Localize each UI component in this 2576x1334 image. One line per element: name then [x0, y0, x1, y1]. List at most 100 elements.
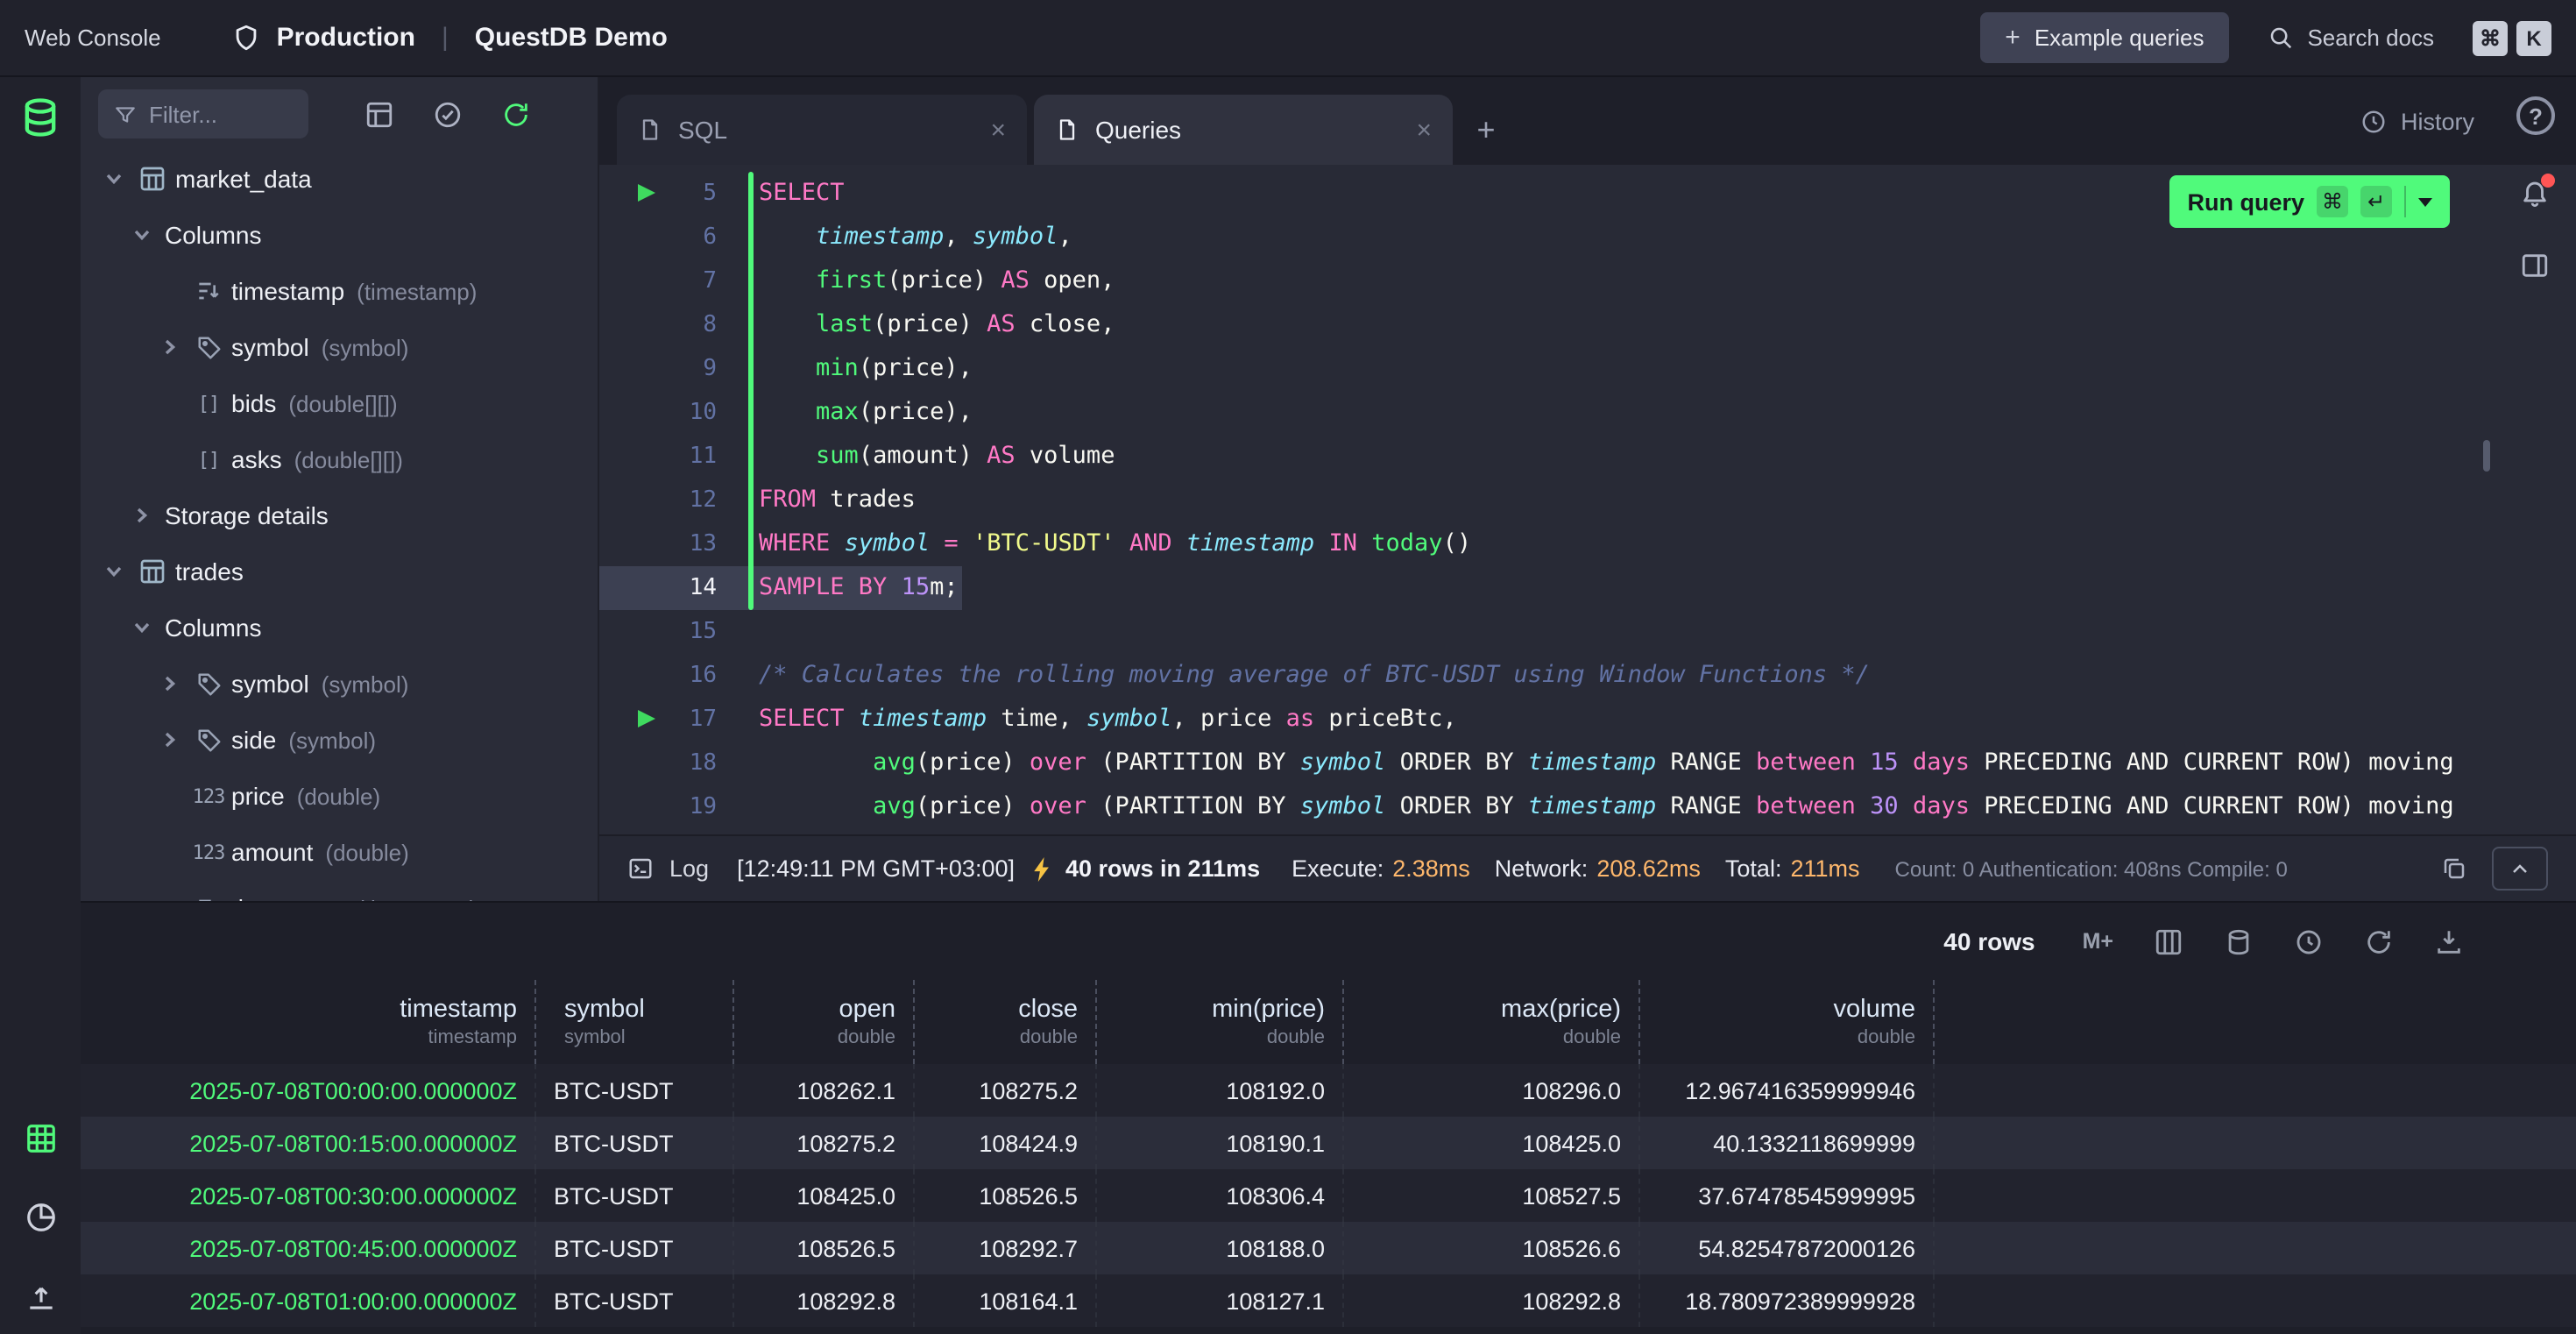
chevron-down-icon[interactable] — [126, 619, 158, 636]
code-line-12[interactable]: 12FROM trades — [599, 479, 2576, 522]
chart-view-icon[interactable] — [23, 1199, 58, 1234]
new-tab-button[interactable]: + — [1460, 95, 1512, 165]
instance-badge[interactable]: Production | QuestDB Demo — [231, 23, 668, 53]
example-queries-button[interactable]: + Example queries — [1980, 12, 2228, 63]
column-header-timestamp[interactable]: timestamptimestamp — [81, 980, 536, 1064]
tree-item-trades[interactable]: trades — [81, 543, 598, 600]
grid-view-icon[interactable] — [23, 1120, 58, 1155]
chevron-right-icon[interactable] — [126, 507, 158, 524]
table-row[interactable]: 2025-07-08T00:30:00.000000ZBTC-USDT10842… — [81, 1169, 2576, 1222]
collapse-log-button[interactable] — [2492, 847, 2548, 891]
array-icon: [] — [193, 392, 224, 415]
tree-item-timestamp[interactable]: timestamp(timestamp) — [81, 263, 598, 319]
column-header-close[interactable]: closedouble — [915, 980, 1097, 1064]
export-data-icon[interactable] — [2224, 926, 2254, 956]
schema-actions — [364, 99, 531, 129]
notifications-bell-icon[interactable] — [2520, 177, 2550, 207]
filter-icon — [114, 103, 137, 125]
side-panel-icon[interactable] — [2520, 251, 2550, 280]
tree-item-market_data[interactable]: market_data — [81, 151, 598, 207]
cmd-key: ⌘ — [2473, 20, 2508, 55]
code-line-8[interactable]: 8 last(price) AS close, — [599, 303, 2576, 347]
chevron-down-icon[interactable] — [98, 563, 130, 580]
chevron-right-icon[interactable] — [154, 675, 186, 692]
check-circle-icon[interactable] — [433, 99, 463, 129]
run-line-marker-icon[interactable] — [638, 710, 655, 727]
tree-item-label: asks — [231, 445, 282, 473]
code-line-16[interactable]: 16/* Calculates the rolling moving avera… — [599, 654, 2576, 698]
column-header-max(price)[interactable]: max(price)double — [1344, 980, 1640, 1064]
tab-sql[interactable]: SQL × — [617, 95, 1027, 165]
table-row[interactable]: 2025-07-08T00:15:00.000000ZBTC-USDT10827… — [81, 1117, 2576, 1169]
code-line-14[interactable]: 14SAMPLE BY 15m; — [599, 566, 2576, 610]
chevron-down-icon[interactable] — [126, 226, 158, 244]
line-number: 12 — [690, 479, 717, 522]
tree-item-side[interactable]: side(symbol) — [81, 712, 598, 768]
markdown-copy-icon[interactable]: M+ — [2083, 929, 2113, 954]
code-line-10[interactable]: 10 max(price), — [599, 391, 2576, 435]
tree-item-bids[interactable]: []bids(double[][]) — [81, 375, 598, 431]
help-button[interactable]: ? — [2516, 96, 2555, 135]
history-button[interactable]: History — [2360, 77, 2474, 165]
code-line-19[interactable]: 19 avg(price) over (PARTITION BY symbol … — [599, 785, 2576, 829]
query-history-icon[interactable] — [2294, 926, 2324, 956]
questdb-logo-icon[interactable] — [18, 95, 63, 140]
grid-columns-icon[interactable] — [2154, 926, 2183, 956]
close-icon[interactable]: × — [1416, 115, 1432, 145]
table-row[interactable]: 2025-07-08T00:00:00.000000ZBTC-USDT10826… — [81, 1064, 2576, 1117]
chevron-down-icon[interactable] — [98, 170, 130, 188]
code-line-9[interactable]: 9 min(price), — [599, 347, 2576, 391]
chevron-right-icon[interactable] — [154, 338, 186, 356]
array-icon: [] — [193, 448, 224, 471]
code-line-7[interactable]: 7 first(price) AS open, — [599, 259, 2576, 303]
tree-item-symbol[interactable]: symbol(symbol) — [81, 656, 598, 712]
table-row[interactable]: 2025-07-08T01:00:00.000000ZBTC-USDT10829… — [81, 1274, 2576, 1327]
code-line-18[interactable]: 18 avg(price) over (PARTITION BY symbol … — [599, 742, 2576, 785]
editor-scrollbar[interactable] — [2483, 440, 2490, 472]
tree-item-amount[interactable]: 123amount(double) — [81, 824, 598, 880]
line-number: 9 — [703, 347, 717, 391]
import-icon[interactable] — [23, 1280, 58, 1315]
code-line-15[interactable]: 15 — [599, 610, 2576, 654]
code-line-13[interactable]: 13WHERE symbol = 'BTC-USDT' AND timestam… — [599, 522, 2576, 566]
column-header-volume[interactable]: volumedouble — [1640, 980, 1935, 1064]
tab-queries[interactable]: Queries × — [1034, 95, 1453, 165]
tree-item-symbol[interactable]: symbol(symbol) — [81, 319, 598, 375]
code-line-20[interactable]: 20FROM trades — [599, 829, 2576, 834]
tree-item-price[interactable]: 123price(double) — [81, 768, 598, 824]
search-docs-button[interactable]: Search docs — [2267, 25, 2434, 51]
log-label[interactable]: Log — [669, 855, 709, 882]
code-line-11[interactable]: 11 sum(amount) AS volume — [599, 435, 2576, 479]
column-header-min(price)[interactable]: min(price)double — [1097, 980, 1344, 1064]
download-icon[interactable] — [2434, 926, 2464, 956]
cmd-key-icon: ⌘ — [2317, 186, 2348, 217]
chevron-right-icon[interactable] — [154, 731, 186, 749]
tree-item-columns[interactable]: Columns — [81, 600, 598, 656]
line-number: 17 — [690, 698, 717, 742]
tree-item-asks[interactable]: []asks(double[][]) — [81, 431, 598, 487]
add-table-icon[interactable] — [364, 99, 394, 129]
refresh-schema-icon[interactable] — [501, 99, 531, 129]
refresh-results-icon[interactable] — [2364, 926, 2394, 956]
sql-editor[interactable]: 5SELECT6 timestamp, symbol,7 first(price… — [599, 165, 2576, 834]
code-line-17[interactable]: 17SELECT timestamp time, symbol, price a… — [599, 698, 2576, 742]
left-rail — [0, 77, 81, 1334]
run-line-marker-icon[interactable] — [638, 184, 655, 202]
cell-symbol: BTC-USDT — [536, 1169, 734, 1222]
cell-symbol: BTC-USDT — [536, 1064, 734, 1117]
tree-item-storage-details[interactable]: Storage details — [81, 487, 598, 543]
cell-min(price): 108306.4 — [1097, 1169, 1344, 1222]
table-row[interactable]: 2025-07-08T00:45:00.000000ZBTC-USDT10852… — [81, 1222, 2576, 1274]
filter-input[interactable]: Filter... — [98, 89, 308, 138]
chevron-down-icon[interactable] — [2418, 197, 2432, 206]
column-header-open[interactable]: opendouble — [734, 980, 915, 1064]
run-query-button[interactable]: Run query ⌘ ↵ — [2169, 175, 2450, 228]
tree-item-columns[interactable]: Columns — [81, 207, 598, 263]
close-icon[interactable]: × — [990, 115, 1006, 145]
log-metric: Network:208.62ms — [1495, 855, 1701, 882]
column-header-symbol[interactable]: symbolsymbol — [536, 980, 734, 1064]
copy-icon[interactable] — [2441, 855, 2467, 882]
tree-item-timestamp[interactable]: timestamp(timestamp) — [81, 880, 598, 901]
timestamp-icon — [193, 277, 224, 305]
log-actions — [2441, 847, 2548, 891]
